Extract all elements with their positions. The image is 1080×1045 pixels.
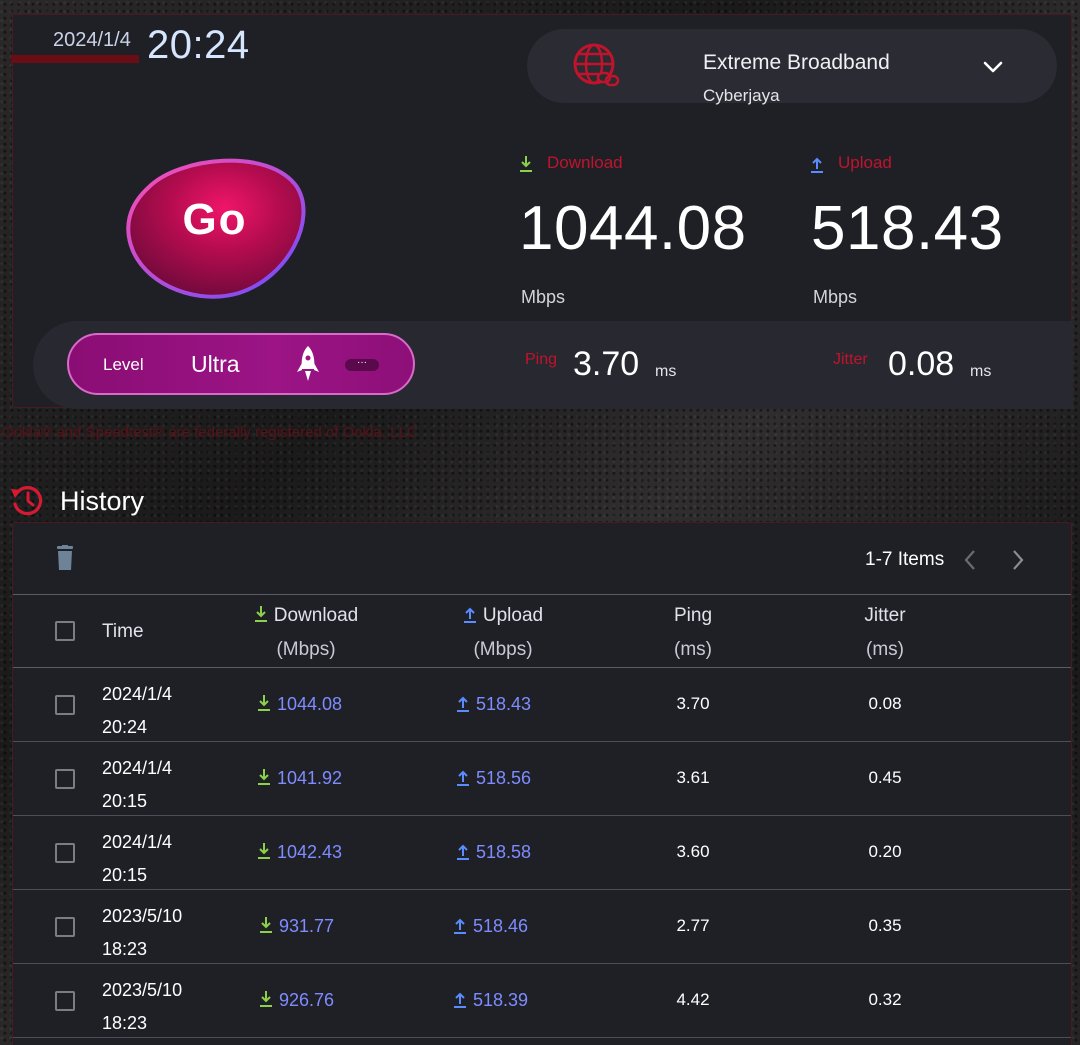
- row-datetime: 2024/1/4 20:15: [102, 758, 173, 811]
- row-download: 1044.08: [257, 694, 342, 715]
- row-ping: 3.61: [676, 768, 710, 787]
- server-city: Cyberjaya: [703, 86, 780, 105]
- ping-value: 3.70: [573, 345, 640, 383]
- download-arrow-icon: [258, 695, 270, 711]
- download-unit: Mbps: [521, 287, 566, 307]
- download-arrow-icon: [258, 843, 270, 859]
- go-button-label[interactable]: Go: [119, 195, 311, 245]
- upload-value: 518.43: [811, 194, 1004, 263]
- col-jitter-unit: (ms): [866, 639, 904, 660]
- col-time: Time: [102, 621, 144, 642]
- row-ping: 3.60: [676, 842, 710, 861]
- row-download: 926.76: [259, 990, 334, 1011]
- download-label: Download: [547, 153, 623, 172]
- col-ping: Ping (ms): [653, 605, 733, 661]
- row-jitter: 0.20: [868, 842, 902, 861]
- download-arrow-icon: [520, 156, 532, 172]
- row-ping: 3.70: [676, 694, 710, 713]
- table-row: 2024/1/4 20:24 1044.08 518.43 3.70 0.08: [13, 668, 1071, 742]
- server-name: Extreme Broadband: [703, 51, 890, 74]
- server-selector[interactable]: Extreme Broadband Cyberjaya: [527, 29, 1057, 105]
- jitter-label: Jitter: [833, 351, 868, 368]
- row-checkbox[interactable]: [55, 917, 75, 937]
- row-checkbox[interactable]: [55, 695, 75, 715]
- row-checkbox[interactable]: [55, 991, 75, 1011]
- row-upload: 518.56: [456, 768, 531, 789]
- row-checkbox[interactable]: [55, 843, 75, 863]
- row-ping: 4.42: [676, 990, 710, 1009]
- download-arrow-icon: [260, 991, 272, 1007]
- chevron-left-icon[interactable]: [963, 549, 977, 571]
- row-jitter: 0.32: [868, 990, 902, 1009]
- upload-arrow-icon: [457, 844, 469, 860]
- upload-arrow-icon: [463, 607, 476, 623]
- history-title: History: [60, 486, 145, 516]
- level-label: Level: [103, 355, 144, 374]
- col-upload: Upload (Mbps): [453, 605, 553, 661]
- table-row: 2024/1/4 20:15 1041.92 518.56 3.61 0.45: [13, 742, 1071, 816]
- more-options-icon[interactable]: ···: [345, 358, 379, 371]
- ookla-disclaimer: Ookla® and Speedtest® are federally regi…: [2, 424, 418, 441]
- history-table-header: Time Download (Mbps) Upload (Mbps) Ping …: [13, 594, 1071, 668]
- jitter-unit: ms: [970, 363, 992, 380]
- row-jitter: 0.35: [868, 916, 902, 935]
- table-row: 2024/1/4 20:15 1042.43 518.58 3.60 0.20: [13, 816, 1071, 890]
- upload-arrow-icon: [811, 157, 823, 173]
- row-jitter: 0.08: [868, 694, 902, 713]
- col-download: Download (Mbps): [251, 605, 361, 661]
- ping-label: Ping: [525, 351, 558, 368]
- row-upload: 518.43: [456, 694, 531, 715]
- row-checkbox[interactable]: [55, 769, 75, 789]
- chevron-right-icon[interactable]: [1011, 549, 1025, 571]
- globe-link-icon: [573, 43, 620, 87]
- ping-unit: ms: [655, 363, 677, 380]
- col-jitter-label: Jitter: [864, 605, 906, 626]
- table-row: 2023/5/10 18:23 926.76 518.39 4.42 0.32: [13, 964, 1071, 1038]
- col-ping-unit: (ms): [674, 639, 712, 660]
- download-arrow-icon: [260, 917, 272, 933]
- row-datetime: 2024/1/4 20:15: [102, 832, 173, 885]
- col-download-unit: (Mbps): [276, 639, 336, 660]
- row-datetime: 2023/5/10 18:23: [102, 980, 183, 1033]
- upload-arrow-icon: [454, 918, 466, 934]
- clock-date: 2024/1/4: [53, 29, 131, 51]
- download-arrow-icon: [254, 606, 267, 622]
- row-upload: 518.58: [456, 842, 531, 863]
- clock-time: 20:24: [147, 23, 250, 67]
- row-download: 1041.92: [257, 768, 342, 789]
- clock-accent-bar: [11, 55, 139, 63]
- upload-label: Upload: [838, 153, 892, 172]
- trash-icon[interactable]: [55, 545, 75, 571]
- upload-arrow-icon: [454, 992, 466, 1008]
- col-upload-label: Upload: [482, 605, 544, 626]
- row-upload: 518.39: [453, 990, 528, 1011]
- row-download: 1042.43: [257, 842, 342, 863]
- speedtest-panel: 2024/1/4 20:24 Extreme Broadband Cyberja…: [11, 14, 1073, 409]
- level-value: Ultra: [191, 351, 240, 377]
- row-download: 931.77: [259, 916, 334, 937]
- upload-unit: Mbps: [813, 287, 858, 307]
- row-datetime: 2023/5/10 18:23: [102, 906, 183, 959]
- history-panel: 1-7 Items Time Download (Mbps) Upload (M…: [12, 522, 1072, 1045]
- select-all-checkbox[interactable]: [55, 621, 75, 641]
- chevron-down-icon[interactable]: [981, 57, 1005, 77]
- download-value: 1044.08: [519, 194, 747, 263]
- row-datetime: 2024/1/4 20:24: [102, 684, 173, 737]
- upload-arrow-icon: [457, 696, 469, 712]
- download-arrow-icon: [258, 769, 270, 785]
- items-count: 1-7 Items: [865, 549, 945, 570]
- col-download-label: Download: [273, 605, 359, 626]
- row-ping: 2.77: [676, 916, 710, 935]
- level-selector[interactable]: Level Ultra ···: [67, 333, 415, 395]
- col-jitter: Jitter (ms): [845, 605, 925, 661]
- col-upload-unit: (Mbps): [473, 639, 533, 660]
- col-ping-label: Ping: [673, 605, 713, 626]
- rocket-icon: [297, 346, 319, 381]
- history-icon: [11, 486, 43, 516]
- jitter-value: 0.08: [888, 345, 955, 383]
- row-jitter: 0.45: [868, 768, 902, 787]
- table-row: 2023/5/10 18:23 931.77 518.46 2.77 0.35: [13, 890, 1071, 964]
- row-upload: 518.46: [453, 916, 528, 937]
- upload-arrow-icon: [457, 770, 469, 786]
